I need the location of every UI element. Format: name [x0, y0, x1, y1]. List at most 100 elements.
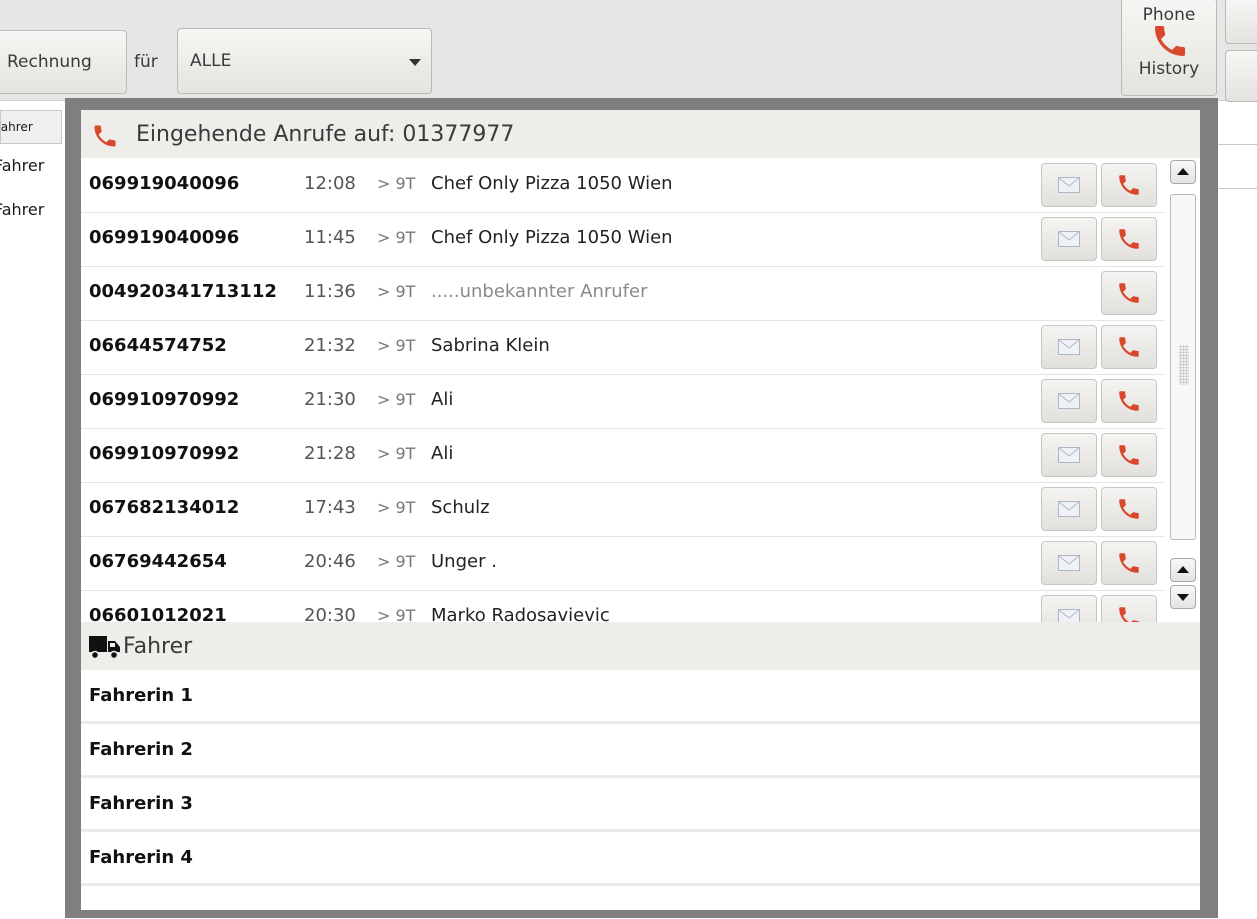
call-row[interactable]: 004920341713112 11:36 > 9T .....unbekannter… [81, 266, 1165, 321]
call-target: > 9T [377, 498, 416, 517]
caller-number: 004920341713112 [89, 281, 277, 302]
call-target: > 9T [377, 336, 416, 355]
call-row[interactable]: 069910970992 21:30 > 9T Ali [81, 374, 1165, 429]
call-time: 11:45 [304, 227, 356, 248]
call-back-button[interactable] [1101, 433, 1157, 477]
call-row[interactable]: 067682134012 17:43 > 9T Schulz [81, 482, 1165, 537]
send-sms-button[interactable] [1041, 487, 1097, 531]
grip-icon [1179, 345, 1189, 385]
drivers-header: Fahrer [81, 622, 1200, 670]
call-time: 20:30 [304, 605, 356, 622]
driver-row[interactable]: Fahrerin 2 [81, 724, 1200, 778]
call-row[interactable]: 06769442654 20:46 > 9T Unger . [81, 536, 1165, 591]
scroll-down-icon [1177, 594, 1189, 601]
caller-name: Schulz [431, 497, 490, 518]
caller-name: .....unbekannter Anrufer [431, 281, 648, 302]
phone-history-popup: Eingehende Anrufe auf: 01377977 06991904… [65, 98, 1218, 918]
background-table-header[interactable]: Fahrer [0, 110, 62, 144]
truck-icon [89, 634, 121, 664]
call-row[interactable]: 069919040096 12:08 > 9T Chef Only Pizza 105… [81, 158, 1165, 213]
scroll-up-icon [1177, 168, 1189, 175]
call-target: > 9T [377, 444, 416, 463]
caller-number: 069910970992 [89, 389, 240, 410]
call-time: 21:30 [304, 389, 356, 410]
call-target: > 9T [377, 228, 416, 247]
scroll-down-button[interactable] [1170, 585, 1196, 609]
toolbar-right-button-bottom[interactable] [1225, 50, 1257, 102]
send-sms-button[interactable] [1041, 217, 1097, 261]
send-sms-button[interactable] [1041, 325, 1097, 369]
background-table-row[interactable]: Fahrer [0, 196, 62, 224]
caller-name: Sabrina Klein [431, 335, 550, 356]
caller-name: Marko Radosavievic [431, 605, 610, 622]
driver-name: Fahrerin 3 [89, 793, 193, 814]
caller-number: 06601012021 [89, 605, 227, 622]
scroll-up-button[interactable] [1170, 558, 1196, 582]
toolbar-right-button-top[interactable] [1225, 0, 1257, 44]
filter-dropdown-value: ALLE [190, 51, 232, 71]
driver-row[interactable]: Fahrerin 4 [81, 832, 1200, 886]
driver-row[interactable]: Fahrerin 3 [81, 778, 1200, 832]
caller-name: Chef Only Pizza 1050 Wien [431, 227, 671, 248]
incoming-calls-title: Eingehende Anrufe auf: 01377977 [136, 122, 515, 147]
caller-name: Chef Only Pizza 1050 Wien [431, 173, 671, 194]
caller-name: Unger . [431, 551, 497, 572]
call-target: > 9T [377, 390, 416, 409]
chevron-down-icon [409, 59, 421, 66]
scroll-up-button[interactable] [1170, 160, 1196, 184]
call-back-button[interactable] [1101, 541, 1157, 585]
call-time: 21:28 [304, 443, 356, 464]
call-row[interactable]: 069910970992 21:28 > 9T Ali [81, 428, 1165, 483]
call-time: 17:43 [304, 497, 356, 518]
call-row[interactable]: 069919040096 11:45 > 9T Chef Only Pizza 105… [81, 212, 1165, 267]
call-time: 12:08 [304, 173, 356, 194]
driver-row[interactable]: Fahrerin 1 [81, 670, 1200, 724]
call-target: > 9T [377, 174, 416, 193]
caller-number: 069910970992 [89, 443, 240, 464]
call-back-button[interactable] [1101, 217, 1157, 261]
driver-name: Fahrerin 4 [89, 847, 193, 868]
caller-name: Ali [431, 443, 454, 464]
call-back-button[interactable] [1101, 163, 1157, 207]
caller-number: 069919040096 [89, 173, 240, 194]
phone-history-button[interactable]: Phone History [1121, 0, 1217, 96]
call-row[interactable]: 06644574752 21:32 > 9T Sabrina Klein [81, 320, 1165, 375]
send-sms-button[interactable] [1041, 433, 1097, 477]
scrollbar-thumb[interactable] [1170, 194, 1196, 540]
phone-icon [91, 122, 119, 154]
rechnung-button[interactable]: Rechnung [0, 30, 127, 94]
filter-dropdown[interactable]: ALLE [177, 28, 432, 94]
scroll-up-icon [1177, 566, 1189, 573]
driver-name: Fahrerin 1 [89, 685, 193, 706]
caller-number: 069919040096 [89, 227, 240, 248]
fuer-label: für [134, 52, 158, 72]
incoming-calls-list[interactable]: 069919040096 12:08 > 9T Chef Only Pizza 105… [81, 158, 1200, 622]
caller-name: Ali [431, 389, 454, 410]
call-back-button[interactable] [1101, 487, 1157, 531]
call-time: 21:32 [304, 335, 356, 356]
send-sms-button[interactable] [1041, 595, 1097, 622]
calls-scrollbar[interactable] [1166, 158, 1200, 622]
call-row[interactable]: 06601012021 20:30 > 9T Marko Radosavievic [81, 590, 1165, 622]
background-table-row[interactable]: Fahrer [0, 152, 62, 180]
call-back-button[interactable] [1101, 595, 1157, 622]
rechnung-button-label: Rechnung [7, 52, 92, 72]
call-time: 20:46 [304, 551, 356, 572]
call-target: > 9T [377, 552, 416, 571]
divider [1217, 188, 1257, 189]
caller-number: 06644574752 [89, 335, 227, 356]
send-sms-button[interactable] [1041, 541, 1097, 585]
call-target: > 9T [377, 282, 416, 301]
phone-history-label-line2: History [1138, 59, 1200, 79]
popup-content: Eingehende Anrufe auf: 01377977 06991904… [81, 110, 1200, 910]
caller-number: 06769442654 [89, 551, 227, 572]
call-back-button[interactable] [1101, 325, 1157, 369]
send-sms-button[interactable] [1041, 379, 1097, 423]
toolbar: Rechnung für ALLE Phone History [0, 0, 1257, 102]
call-back-button[interactable] [1101, 379, 1157, 423]
caller-number: 067682134012 [89, 497, 240, 518]
divider [1217, 144, 1257, 145]
send-sms-button[interactable] [1041, 163, 1097, 207]
call-back-button[interactable] [1101, 271, 1157, 315]
drivers-title: Fahrer [123, 634, 193, 659]
